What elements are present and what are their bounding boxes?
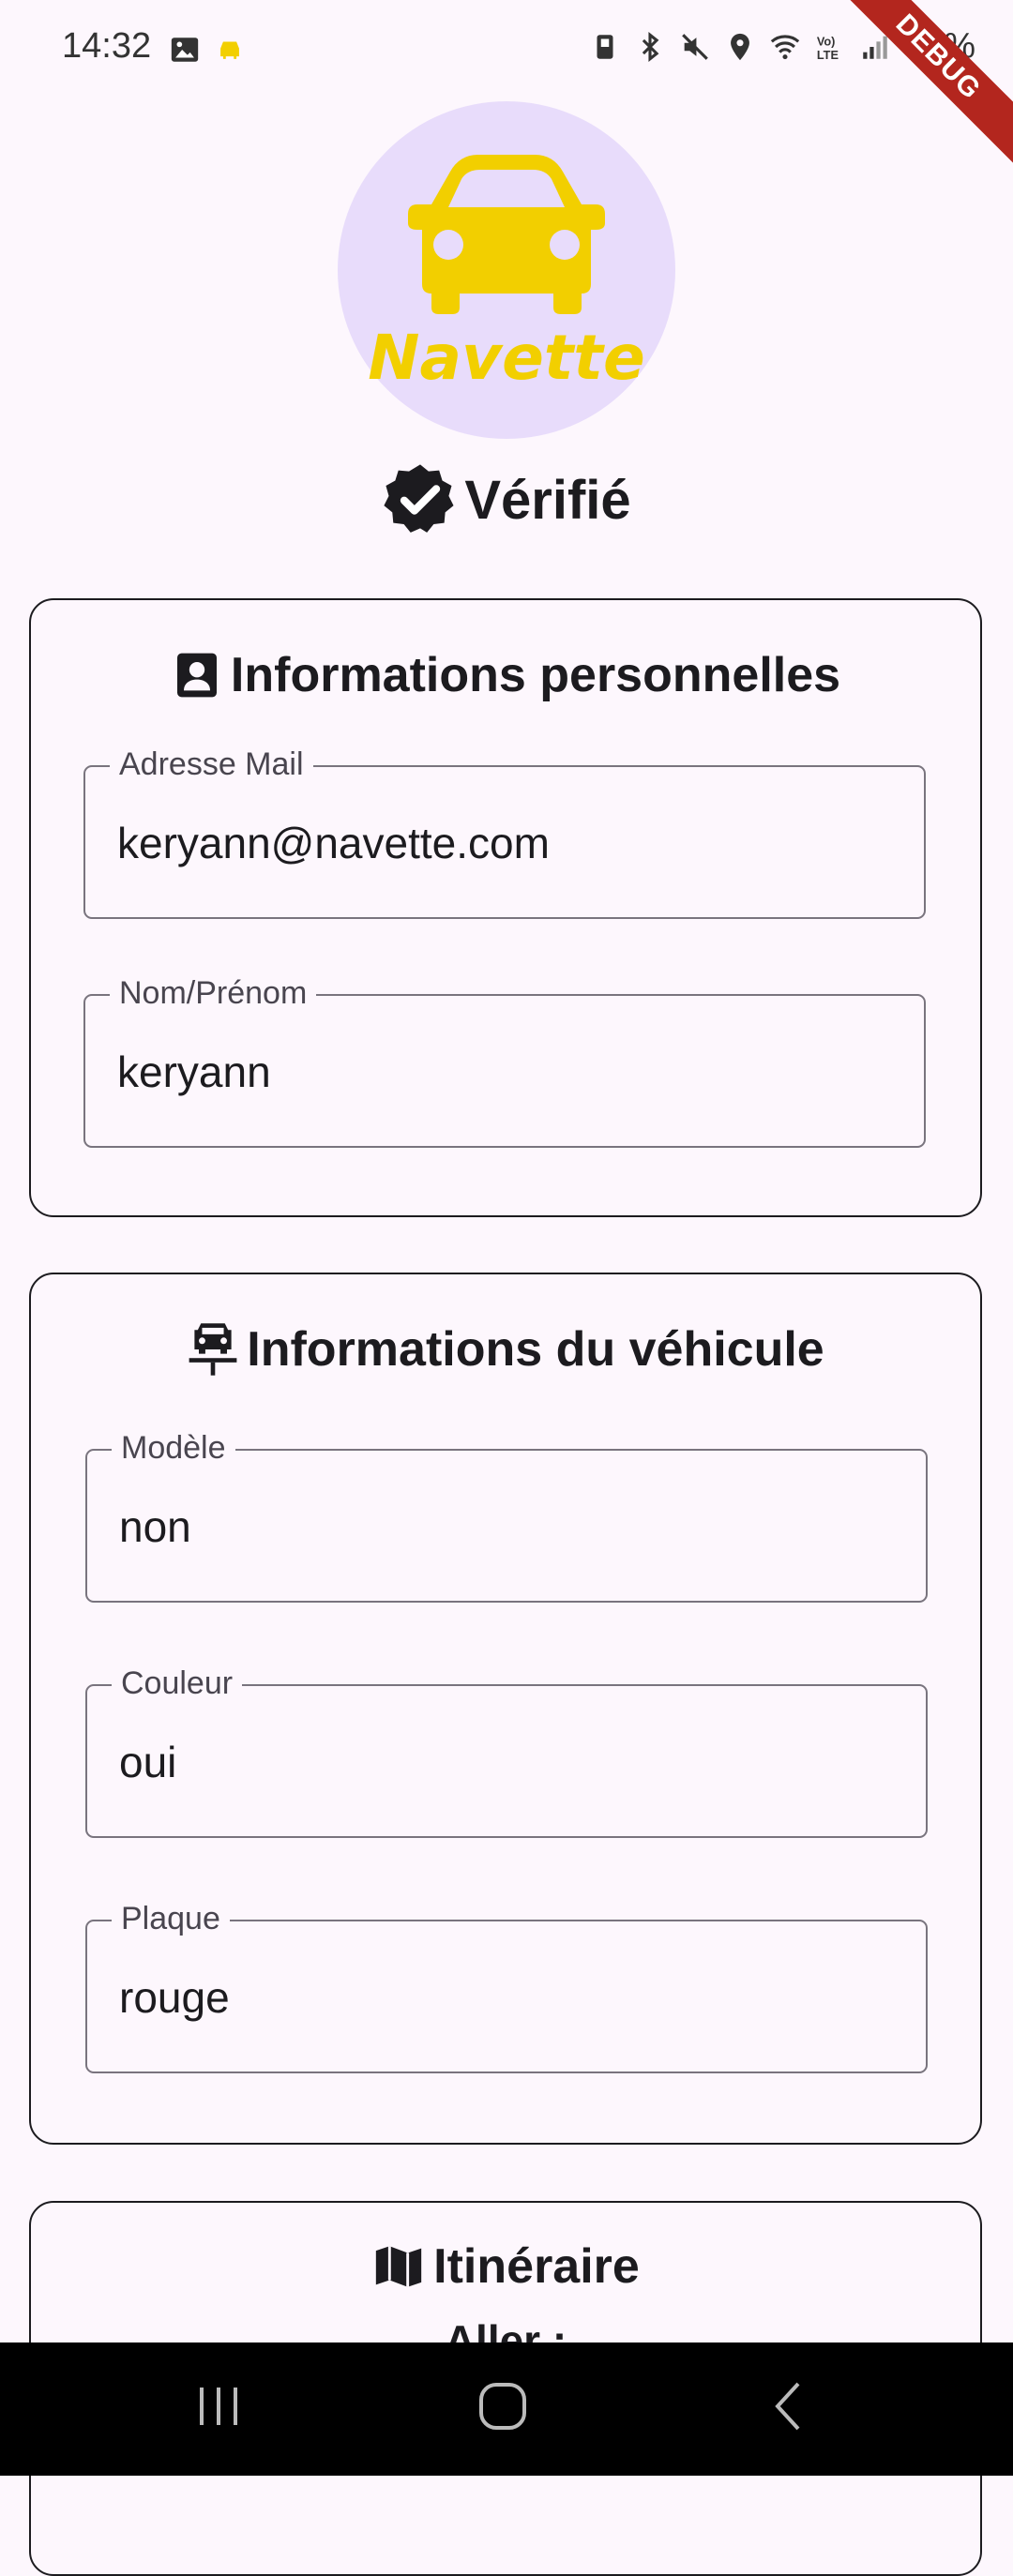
- email-field[interactable]: Adresse Mail keryann@navette.com: [83, 746, 926, 919]
- model-label: Modèle: [112, 1430, 235, 1467]
- mute-icon: [682, 33, 708, 60]
- name-field[interactable]: Nom/Prénom keryann: [83, 975, 926, 1148]
- personal-info-card: Informations personnelles Adresse Mail k…: [29, 598, 982, 1217]
- verified-badge: Vérifié: [0, 461, 1013, 538]
- location-icon: [731, 33, 749, 60]
- bluetooth-icon: [642, 31, 659, 62]
- nfc-icon: [597, 34, 613, 59]
- model-field[interactable]: Modèle non: [85, 1430, 928, 1603]
- system-nav-bar: [0, 2343, 1013, 2476]
- car-road-icon: [189, 1323, 237, 1376]
- volte-icon: Vo)LTE: [817, 34, 839, 61]
- plate-field[interactable]: Plaque rouge: [85, 1901, 928, 2073]
- status-time: 14:32: [62, 26, 152, 66]
- color-field[interactable]: Couleur oui: [85, 1665, 928, 1838]
- personal-info-title: Informations personnelles: [230, 648, 841, 702]
- vehicle-info-title: Informations du véhicule: [247, 1322, 824, 1377]
- verified-label: Vérifié: [464, 469, 631, 531]
- itinerary-header: Itinéraire: [31, 2238, 980, 2295]
- map-icon: [376, 2246, 422, 2287]
- name-value: keryann: [117, 1047, 271, 1096]
- contact-card-icon: [176, 653, 217, 698]
- color-label: Couleur: [112, 1665, 243, 1702]
- logo-text: Navette: [368, 322, 645, 394]
- email-value: keryann@navette.com: [117, 819, 550, 867]
- vehicle-info-card: Informations du véhicule Modèle non Coul…: [29, 1273, 982, 2145]
- home-button[interactable]: [476, 2380, 533, 2436]
- svg-text:Vo): Vo): [817, 34, 836, 48]
- gallery-icon: [171, 38, 199, 62]
- vehicle-info-header: Informations du véhicule: [31, 1321, 980, 1378]
- model-value: non: [119, 1502, 191, 1551]
- car-icon: [408, 155, 605, 314]
- back-button[interactable]: [764, 2380, 817, 2433]
- name-label: Nom/Prénom: [110, 975, 317, 1012]
- status-bar: 14:32 Vo)LTE 77% DEBUG: [0, 0, 1013, 173]
- recent-apps-button[interactable]: [192, 2380, 245, 2433]
- plate-value: rouge: [119, 1973, 230, 2022]
- email-label: Adresse Mail: [110, 746, 313, 783]
- personal-info-header: Informations personnelles: [31, 647, 980, 703]
- verified-icon: [384, 464, 454, 533]
- wifi-icon: [770, 34, 800, 59]
- plate-label: Plaque: [112, 1901, 230, 1937]
- app-logo: Navette: [338, 101, 675, 439]
- color-value: oui: [119, 1738, 177, 1786]
- svg-text:LTE: LTE: [817, 47, 839, 61]
- itinerary-title: Itinéraire: [433, 2239, 640, 2294]
- navette-app-icon: [220, 41, 239, 59]
